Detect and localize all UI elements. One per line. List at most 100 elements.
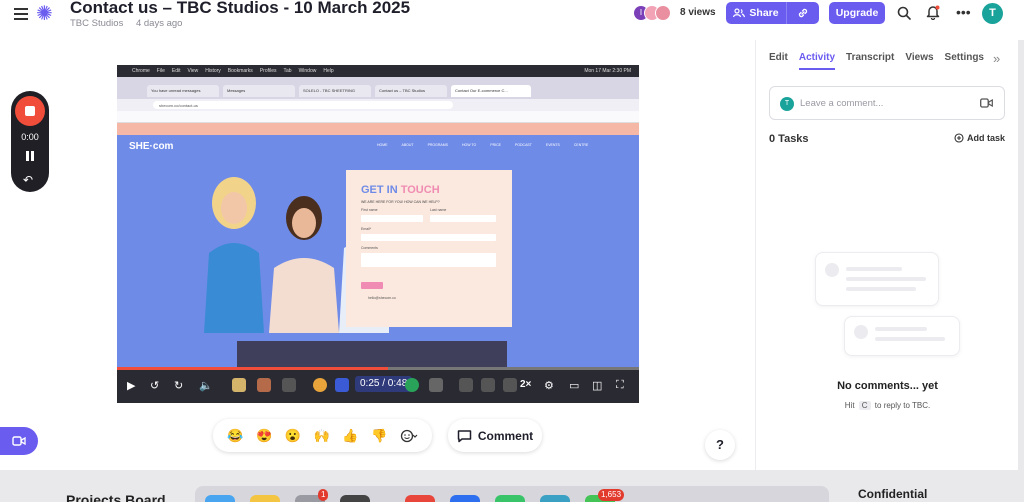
dock-app-icon[interactable] (540, 495, 570, 502)
pip-icon[interactable]: ◫ (592, 379, 602, 392)
forward-icon[interactable]: ↻ (174, 379, 183, 392)
site-nav-item: PROGRAMS (427, 143, 448, 147)
reaction-love[interactable]: 😍 (256, 428, 272, 444)
contact-form-card: GET IN TOUCH WE ARE HERE FOR YOU! HOW CA… (346, 170, 512, 327)
recording-time: 0:00 (21, 132, 39, 142)
progress-fill (117, 367, 389, 370)
menu-item: Bookmarks (227, 68, 253, 74)
dock-app-icon[interactable] (495, 495, 525, 502)
viewer-avatars[interactable]: I (633, 5, 671, 21)
comment-label: Comment (477, 428, 534, 443)
restart-icon[interactable]: ↶ (23, 174, 33, 186)
contact-email: hello@shecom.co (368, 296, 396, 300)
app-icon (257, 378, 271, 392)
comment-input[interactable]: T Leave a comment... (769, 86, 1005, 120)
chrome-icon (313, 378, 327, 392)
rewind-icon[interactable]: ↺ (150, 379, 159, 392)
owner-name[interactable]: TBC Studios (70, 18, 123, 29)
logo-icon[interactable]: ✺ (36, 4, 56, 24)
comment-placeholder: Leave a comment... (800, 98, 884, 109)
placeholder-line (846, 287, 916, 291)
first-name-field (361, 215, 423, 222)
more-options-icon[interactable]: ••• (956, 4, 971, 20)
notification-bell-icon[interactable] (926, 5, 940, 20)
add-emoji-icon[interactable] (400, 429, 418, 443)
placeholder-line (846, 267, 902, 271)
promo-banner (117, 123, 639, 135)
dock-app-icon[interactable] (340, 495, 370, 502)
help-button[interactable]: ? (705, 430, 735, 460)
site-nav-item: CENTRE (573, 143, 589, 147)
user-avatar[interactable]: T (982, 3, 1003, 24)
placeholder-line (875, 337, 945, 341)
main-area: Chrome File Edit View History Bookmarks … (0, 40, 755, 470)
share-button[interactable]: Share (726, 2, 787, 24)
url-field: shecom.co/contact-us (153, 101, 453, 109)
menu-icon[interactable] (14, 8, 28, 20)
share-button-group: Share (726, 2, 819, 24)
add-task-button[interactable]: Add task (954, 133, 1005, 143)
browser-tab-active: Contact Our E-commerce C... (451, 85, 531, 97)
last-name-field (430, 215, 496, 222)
reaction-thumbs-up[interactable]: 👍 (342, 428, 358, 444)
video-timecode: 0:25 / 0:48 (355, 376, 413, 392)
dock-badge: 1,653 (598, 489, 625, 501)
record-video-button[interactable] (0, 427, 38, 455)
dock-app-icon[interactable] (405, 495, 435, 502)
form-submit-button (361, 282, 383, 289)
background-window-title: Projects Board (66, 492, 166, 502)
views-count[interactable]: 8 views (680, 7, 716, 18)
comments-field (361, 253, 496, 267)
recording-widget: 0:00 ↶ (11, 91, 49, 192)
copy-link-button[interactable] (787, 2, 819, 24)
pause-icon[interactable] (25, 151, 35, 161)
stop-recording-button[interactable] (15, 96, 45, 126)
video-comment-icon[interactable] (980, 98, 993, 108)
app-icon (459, 378, 473, 392)
tab-edit[interactable]: Edit (769, 52, 788, 70)
dock-app-icon[interactable] (205, 495, 235, 502)
empty-state-hint: Hit C to reply to TBC. (756, 401, 1019, 410)
search-icon[interactable] (897, 6, 911, 20)
tab-activity[interactable]: Activity (798, 52, 836, 70)
add-task-label: Add task (967, 133, 1006, 143)
field-label: Email* (361, 227, 372, 231)
empty-state-title: No comments... yet (837, 380, 938, 392)
playback-speed[interactable]: 2× (520, 379, 531, 390)
captions-icon[interactable]: ▭ (569, 379, 579, 392)
video-meta: TBC Studios 4 days ago (70, 18, 192, 29)
tab-views[interactable]: Views (905, 52, 933, 70)
placeholder-avatar (825, 263, 839, 277)
dock-app-icon[interactable] (450, 495, 480, 502)
share-label: Share (749, 7, 779, 19)
hint-text: Hit (844, 401, 855, 410)
camera-icon (12, 436, 26, 446)
dock-app-icon[interactable] (250, 495, 280, 502)
form-title: GET IN TOUCH (361, 184, 440, 196)
upgrade-button[interactable]: Upgrade (829, 2, 885, 24)
collapse-panel-icon[interactable]: » (993, 51, 1000, 66)
app-icon (282, 378, 296, 392)
video-player[interactable]: Chrome File Edit View History Bookmarks … (117, 65, 639, 403)
play-icon[interactable]: ▶ (127, 379, 135, 392)
viewer-avatar (655, 5, 671, 21)
volume-icon[interactable]: 🔈 (199, 379, 213, 392)
reaction-thumbs-down[interactable]: 👎 (371, 428, 387, 444)
tab-settings[interactable]: Settings (945, 52, 984, 70)
site-nav-item: ABOUT (401, 143, 414, 147)
reaction-celebrate[interactable]: 🙌 (313, 428, 329, 444)
field-label: Last name (430, 208, 447, 212)
empty-state-illustration (844, 316, 960, 356)
upload-time: 4 days ago (135, 18, 183, 29)
app-icon (335, 378, 349, 392)
comment-button[interactable]: Comment (448, 419, 542, 452)
tab-transcript[interactable]: Transcript (846, 52, 894, 70)
fullscreen-icon[interactable]: ⛶ (616, 379, 624, 392)
reaction-laugh[interactable]: 😂 (227, 428, 243, 444)
video-controls: ▶ ↺ ↻ 🔈 0:25 / 0:48 2× ⚙ ▭ ◫ ⛶ (117, 367, 639, 403)
video-progress-bar[interactable] (117, 367, 639, 370)
reaction-wow[interactable]: 😮 (285, 428, 301, 444)
bookmarks-bar (117, 111, 639, 123)
clock: Mon 17 Mar 2:30 PM (584, 68, 631, 74)
settings-gear-icon[interactable]: ⚙ (544, 379, 554, 392)
